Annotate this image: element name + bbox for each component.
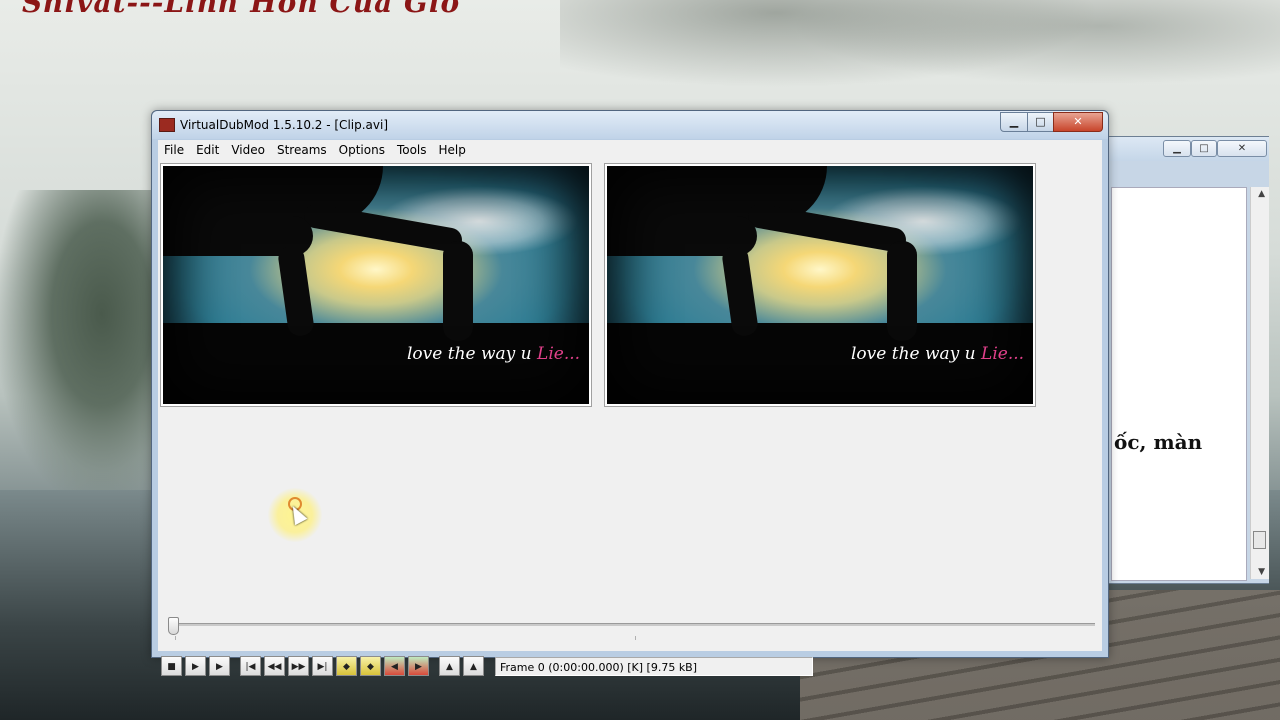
next-frame-button[interactable]: ▶▶ [288, 656, 309, 676]
caption-text: love the way u [851, 344, 982, 364]
scene-back-button[interactable]: ◀ [384, 656, 405, 676]
mark-out-button[interactable]: ▲ [463, 656, 484, 676]
video-caption: love the way u Lie... [407, 344, 580, 364]
input-video-pane[interactable]: love the way u Lie... [160, 163, 592, 407]
close-button[interactable]: ✕ [1053, 112, 1103, 132]
tree-illustration [0, 190, 170, 500]
background-window[interactable]: ▁ □ ✕ ốc, màn ▲ ▼ [1100, 136, 1269, 584]
go-to-start-button[interactable]: |◀ [240, 656, 261, 676]
window-titlebar[interactable]: VirtualDubMod 1.5.10.2 - [Clip.avi] ▁ □ … [152, 111, 1108, 139]
video-caption: love the way u Lie... [851, 344, 1024, 364]
document-area[interactable]: ốc, màn [1111, 187, 1247, 581]
go-to-end-button[interactable]: ▶| [312, 656, 333, 676]
bg-minimize-button[interactable]: ▁ [1163, 140, 1191, 157]
vertical-scrollbar[interactable]: ▲ ▼ [1250, 187, 1269, 579]
menu-bar: File Edit Video Streams Options Tools Help [158, 140, 1102, 160]
menu-video[interactable]: Video [225, 140, 271, 160]
mark-in-button[interactable]: ▲ [439, 656, 460, 676]
scroll-down-icon[interactable]: ▼ [1258, 567, 1265, 577]
bg-close-button[interactable]: ✕ [1217, 140, 1267, 157]
menu-help[interactable]: Help [433, 140, 472, 160]
timeline-track[interactable] [175, 623, 1095, 626]
document-text: ốc, màn [1114, 430, 1203, 454]
scrollbar-thumb[interactable] [1253, 531, 1266, 549]
output-video-pane[interactable]: love the way u Lie... [604, 163, 1036, 407]
bg-maximize-button[interactable]: □ [1191, 140, 1217, 157]
caption-pink-text: Lie... [537, 344, 581, 364]
wallpaper-title: Shivat---Linh Hồn Của Gió [22, 0, 461, 19]
prev-frame-button[interactable]: ◀◀ [264, 656, 285, 676]
background-window-titlebar[interactable]: ▁ □ ✕ [1101, 137, 1269, 161]
caption-pink-text: Lie... [981, 344, 1025, 364]
client-area: love the way u Lie... love the way u Lie… [158, 160, 1102, 676]
scroll-up-icon[interactable]: ▲ [1258, 189, 1265, 199]
menu-options[interactable]: Options [333, 140, 391, 160]
vignette [163, 166, 589, 404]
menu-tools[interactable]: Tools [391, 140, 433, 160]
scene-forward-button[interactable]: ▶ [408, 656, 429, 676]
caption-text: love the way u [407, 344, 538, 364]
window-title: VirtualDubMod 1.5.10.2 - [Clip.avi] [180, 118, 389, 132]
minimize-button[interactable]: ▁ [1000, 112, 1028, 132]
timeline-ticks [175, 636, 1095, 640]
virtualdubmod-window[interactable]: VirtualDubMod 1.5.10.2 - [Clip.avi] ▁ □ … [151, 110, 1109, 676]
vignette [607, 166, 1033, 404]
next-keyframe-button[interactable]: ◆ [360, 656, 381, 676]
timeline-slider-thumb[interactable] [168, 617, 179, 635]
menu-streams[interactable]: Streams [271, 140, 333, 160]
menu-file[interactable]: File [158, 140, 190, 160]
play-output-button[interactable]: ▶ [209, 656, 230, 676]
frame-status: Frame 0 (0:00:00.000) [K] [9.75 kB] [495, 657, 813, 676]
prev-keyframe-button[interactable]: ◆ [336, 656, 357, 676]
app-icon[interactable] [159, 118, 175, 132]
maximize-button[interactable]: □ [1027, 112, 1054, 132]
play-input-button[interactable]: ▶ [185, 656, 206, 676]
stop-button[interactable]: ■ [161, 656, 182, 676]
menu-edit[interactable]: Edit [190, 140, 225, 160]
